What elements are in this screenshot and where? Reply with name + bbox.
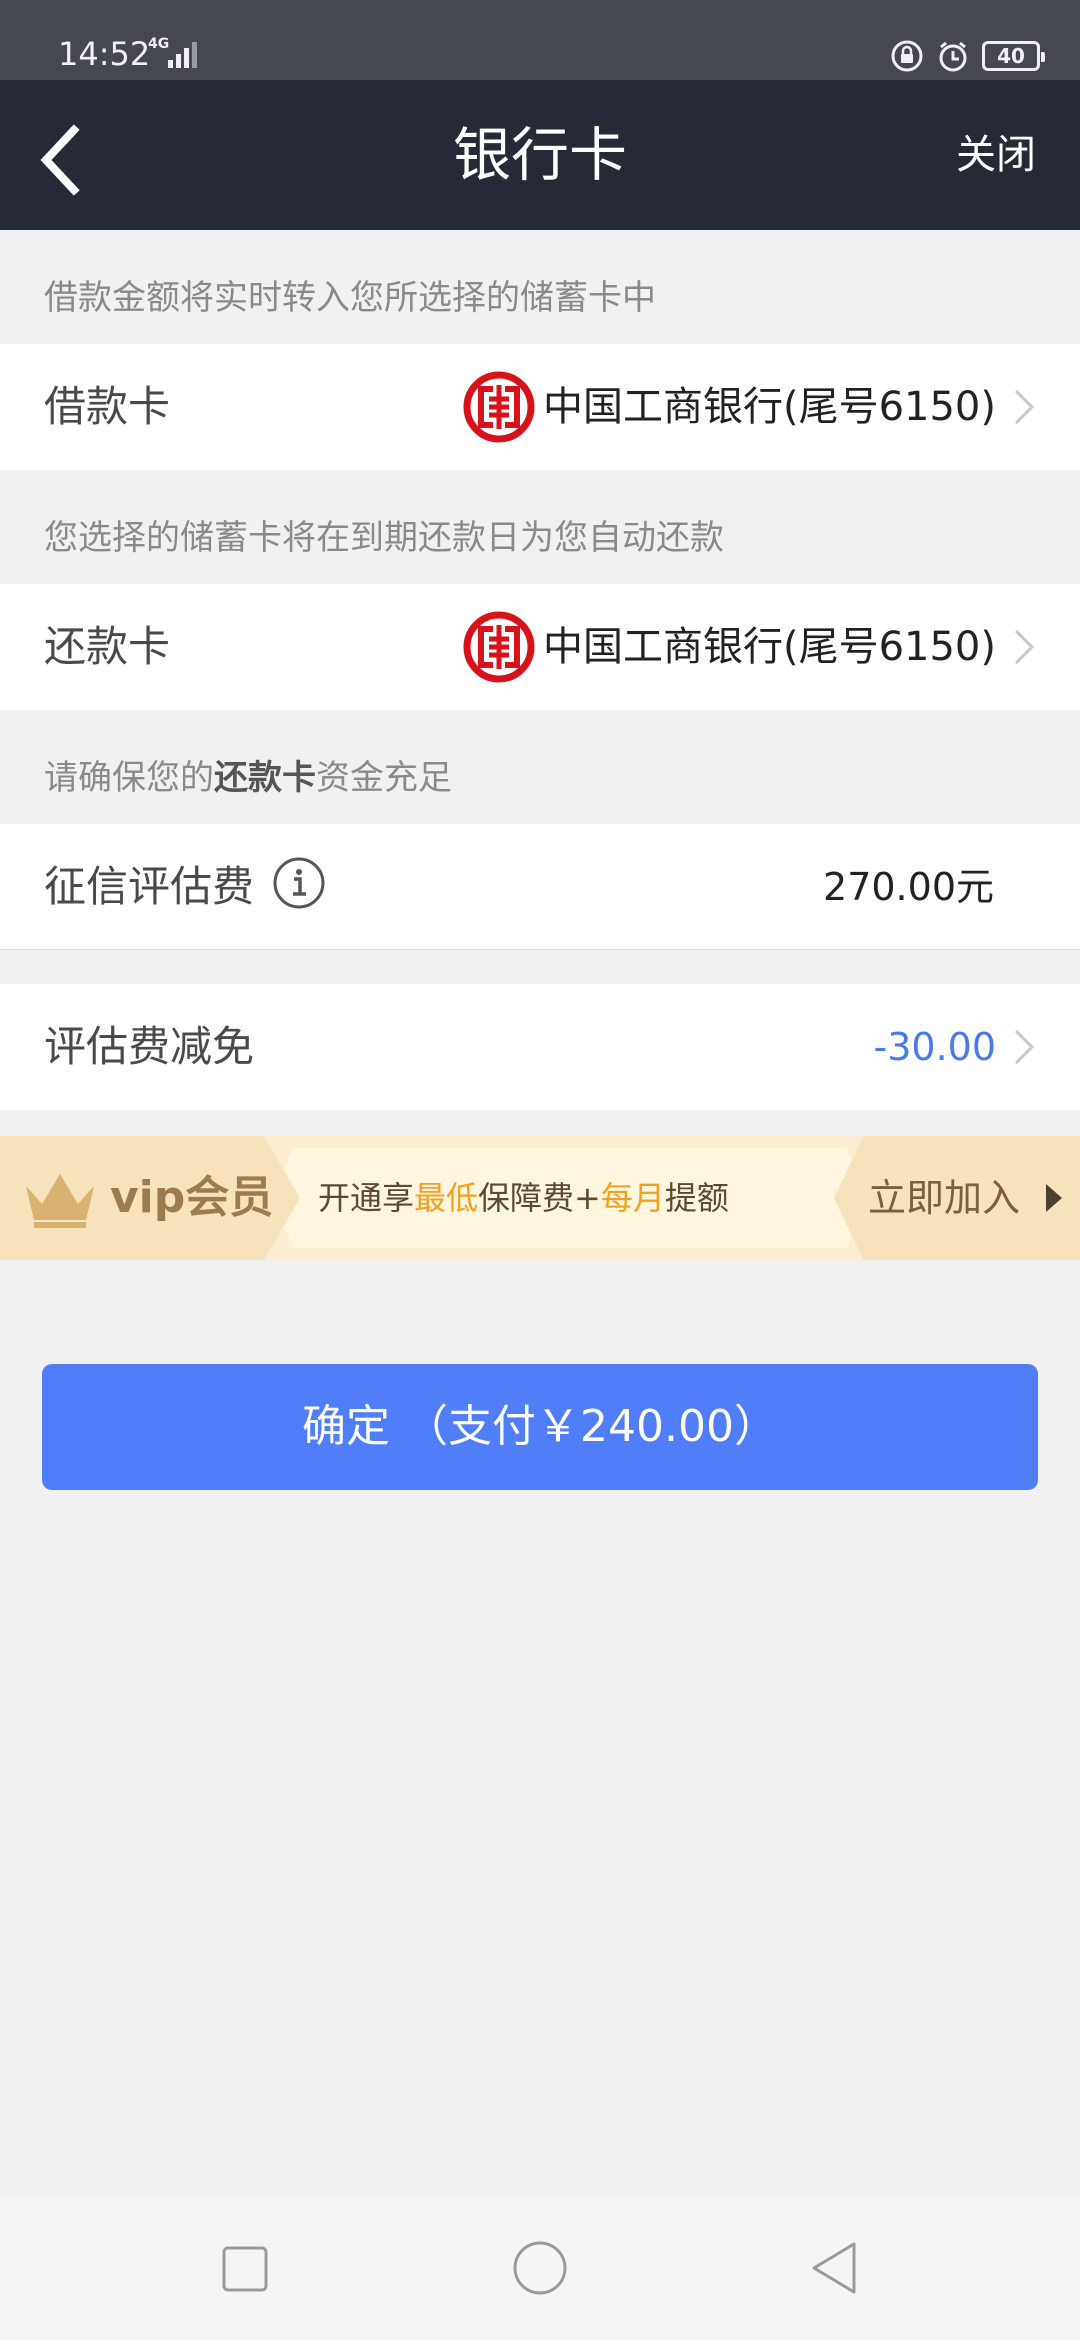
page-title: 银行卡 xyxy=(452,121,627,189)
back-arrow-icon xyxy=(40,124,80,196)
credit-fee-row: 征信评估费 270.00元 xyxy=(0,824,1080,950)
fee-waiver-value: -30.00 xyxy=(873,1025,997,1069)
loan-card-bank: 中国工商银行(尾号6150) xyxy=(542,384,996,430)
back-button[interactable] xyxy=(30,120,100,200)
nav-bar: 银行卡 关闭 xyxy=(0,80,1080,230)
icbc-logo-icon xyxy=(463,611,535,683)
vip-join-button[interactable]: 立即加入 xyxy=(868,1136,1020,1260)
loan-card-label: 借款卡 xyxy=(44,382,171,431)
info-icon[interactable] xyxy=(272,856,326,910)
signal-icon: 4G xyxy=(148,36,208,70)
status-time: 14:52 xyxy=(58,35,151,73)
vip-promo-text: 开通享最低保障费+每月提额 xyxy=(318,1179,729,1217)
lock-rotation-icon xyxy=(890,39,924,73)
battery-indicator: 40 xyxy=(982,41,1045,71)
chevron-right-icon xyxy=(1014,389,1035,425)
fund-notice-bold: 还款卡 xyxy=(214,758,316,798)
close-button[interactable]: 关闭 xyxy=(956,80,1036,230)
fund-notice-suffix: 资金充足 xyxy=(316,758,452,798)
network-type: 4G xyxy=(148,36,170,52)
chevron-right-icon xyxy=(1014,1029,1035,1065)
repay-card-hint: 您选择的储蓄卡将在到期还款日为您自动还款 xyxy=(44,518,724,558)
repay-card-label: 还款卡 xyxy=(44,622,171,671)
fee-waiver-label: 评估费减免 xyxy=(44,1022,255,1071)
credit-fee-value: 270.00元 xyxy=(823,865,994,909)
crown-icon xyxy=(26,1174,94,1228)
chevron-right-icon xyxy=(1014,629,1035,665)
recent-apps-button[interactable] xyxy=(214,2236,278,2300)
vip-banner[interactable]: vip会员 开通享最低保障费+每月提额 立即加入 xyxy=(0,1136,1080,1260)
loan-card-hint: 借款金额将实时转入您所选择的储蓄卡中 xyxy=(44,278,656,318)
vip-title: vip会员 xyxy=(110,1172,274,1223)
icbc-logo-icon xyxy=(463,371,535,443)
back-nav-button[interactable] xyxy=(802,2236,866,2300)
credit-fee-label: 征信评估费 xyxy=(44,862,255,911)
confirm-payment-button[interactable]: 确定 （支付￥240.00） xyxy=(42,1364,1038,1490)
fee-waiver-row[interactable]: 评估费减免 -30.00 xyxy=(0,984,1080,1110)
home-button[interactable] xyxy=(508,2236,572,2300)
status-bar: 14:52 4G 40 xyxy=(0,0,1080,80)
fund-notice-prefix: 请确保您的 xyxy=(44,758,214,798)
repay-card-bank: 中国工商银行(尾号6150) xyxy=(542,624,996,670)
repay-card-row[interactable]: 还款卡 中国工商银行(尾号6150) xyxy=(0,584,1080,710)
fund-notice: 请确保您的还款卡资金充足 xyxy=(44,758,452,798)
alarm-icon xyxy=(936,39,970,73)
system-nav-bar xyxy=(0,2196,1080,2340)
play-arrow-icon xyxy=(1046,1184,1062,1212)
loan-card-row[interactable]: 借款卡 中国工商银行(尾号6150) xyxy=(0,344,1080,470)
